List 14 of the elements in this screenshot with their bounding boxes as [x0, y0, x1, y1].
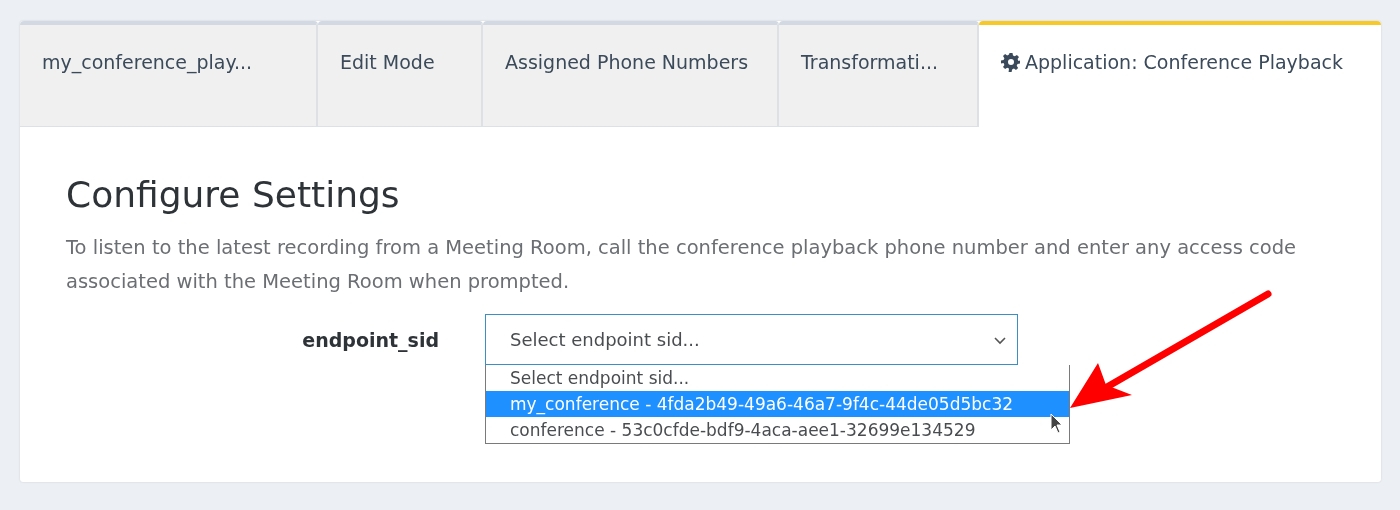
tab[interactable]: my_conference_play... — [20, 21, 318, 127]
tab[interactable]: Application: Conference Playback — [979, 21, 1381, 127]
endpoint-select[interactable]: Select endpoint sid... — [485, 314, 1018, 365]
tab[interactable]: Edit Mode — [318, 21, 483, 127]
chevron-down-icon — [993, 334, 1007, 345]
tab[interactable]: Transformati... — [779, 21, 979, 127]
field-label: endpoint_sid — [301, 328, 440, 354]
dropdown-option[interactable]: conference - 53c0cfde-bdf9-4aca-aee1-32699e134529 — [486, 417, 1069, 443]
settings-icon — [1001, 52, 1021, 72]
tab[interactable]: Assigned Phone Numbers — [483, 21, 779, 127]
mouse-cursor-icon — [1050, 413, 1064, 435]
dropdown-option[interactable]: Select endpoint sid... — [486, 365, 1069, 391]
description-text: To listen to the latest recording from a Meeting Room, call the conference playback phone number and enter any access code associated with the Meeting Room when prompted. — [66, 235, 1298, 295]
page-heading: Configure Settings — [66, 173, 400, 217]
